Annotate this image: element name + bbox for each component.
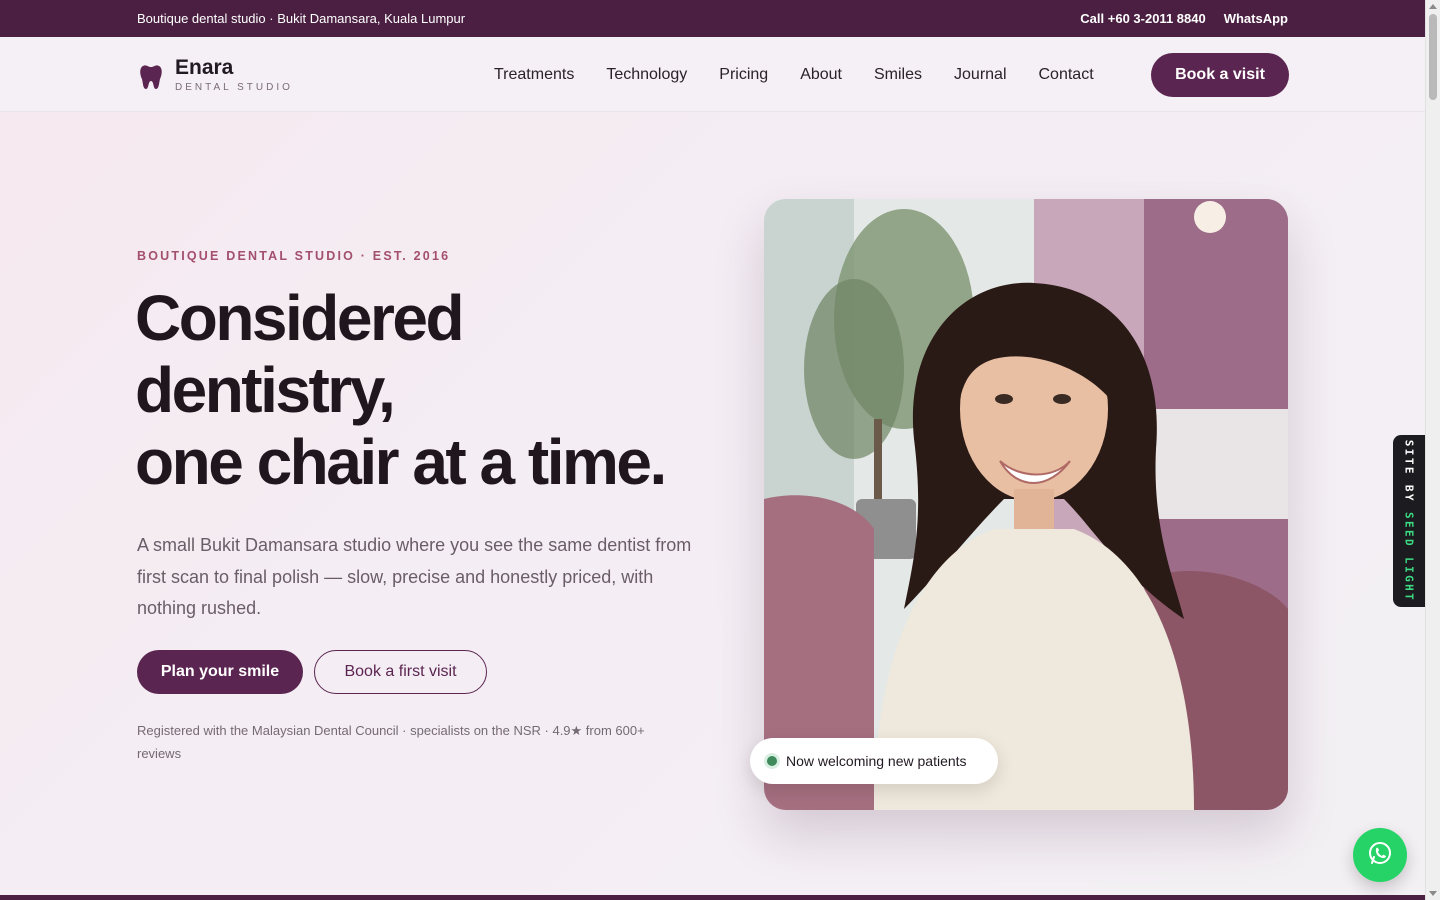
- hero-photo: [764, 199, 1288, 810]
- main-nav: Treatments Technology Pricing About Smil…: [494, 66, 1094, 84]
- hero-headline: Considered dentistry, one chair at a tim…: [135, 282, 735, 498]
- topbar-contacts: Call +60 3-2011 8840 WhatsApp: [1080, 11, 1288, 26]
- nav-smiles[interactable]: Smiles: [874, 66, 922, 84]
- new-patients-badge: Now welcoming new patients: [750, 738, 998, 784]
- badge-label: Now welcoming new patients: [786, 753, 967, 769]
- tooth-icon: [139, 57, 163, 96]
- brand-name: Enara: [175, 56, 234, 79]
- site-by-tab[interactable]: SITE BY SEED LIGHT: [1393, 435, 1425, 607]
- hero-lead: A small Bukit Damansara studio where you…: [137, 535, 692, 618]
- headline-line-1: Considered: [135, 282, 465, 354]
- trust-line: Registered with the Malaysian Dental Cou…: [137, 723, 645, 761]
- top-bar: Boutique dental studio · Bukit Damansara…: [0, 0, 1425, 37]
- hero-eyebrow: BOUTIQUE DENTAL STUDIO · EST. 2016: [137, 249, 451, 263]
- site-by-label: SITE BY SEED LIGHT: [1403, 440, 1416, 602]
- scrollbar-thumb[interactable]: [1429, 14, 1437, 100]
- topbar-phone-link[interactable]: Call +60 3-2011 8840: [1080, 11, 1205, 26]
- nav-treatments[interactable]: Treatments: [494, 66, 574, 84]
- topbar-location: Boutique dental studio · Bukit Damansara…: [137, 11, 466, 26]
- site-header: Enara DENTAL STUDIO Treatments Technolog…: [0, 37, 1425, 112]
- nav-pricing[interactable]: Pricing: [719, 66, 768, 84]
- book-first-visit-button[interactable]: Book a first visit: [314, 650, 487, 694]
- topbar-whatsapp-link[interactable]: WhatsApp: [1224, 11, 1288, 26]
- headline-line-3: one chair at a time.: [135, 426, 667, 498]
- brand-tagline: DENTAL STUDIO: [175, 82, 293, 93]
- nav-technology[interactable]: Technology: [606, 66, 687, 84]
- brand-logo[interactable]: Enara DENTAL STUDIO: [139, 57, 293, 96]
- whatsapp-chat-button[interactable]: [1353, 828, 1407, 882]
- plan-smile-button[interactable]: Plan your smile: [137, 650, 303, 694]
- nav-journal[interactable]: Journal: [954, 66, 1006, 84]
- whatsapp-icon: [1367, 840, 1393, 871]
- scroll-down-icon[interactable]: [1429, 891, 1437, 896]
- nav-about[interactable]: About: [800, 66, 842, 84]
- page-scrollbar[interactable]: [1425, 0, 1440, 900]
- status-dot-icon: [767, 756, 777, 766]
- book-visit-button[interactable]: Book a visit: [1151, 53, 1289, 97]
- next-section-edge: [0, 895, 1425, 900]
- scroll-up-icon[interactable]: [1429, 4, 1437, 9]
- nav-contact[interactable]: Contact: [1039, 66, 1094, 84]
- site-by-accent: SEED LIGHT: [1402, 511, 1416, 603]
- site-by-prefix: SITE BY: [1402, 439, 1416, 512]
- headline-line-2: dentistry,: [135, 354, 396, 426]
